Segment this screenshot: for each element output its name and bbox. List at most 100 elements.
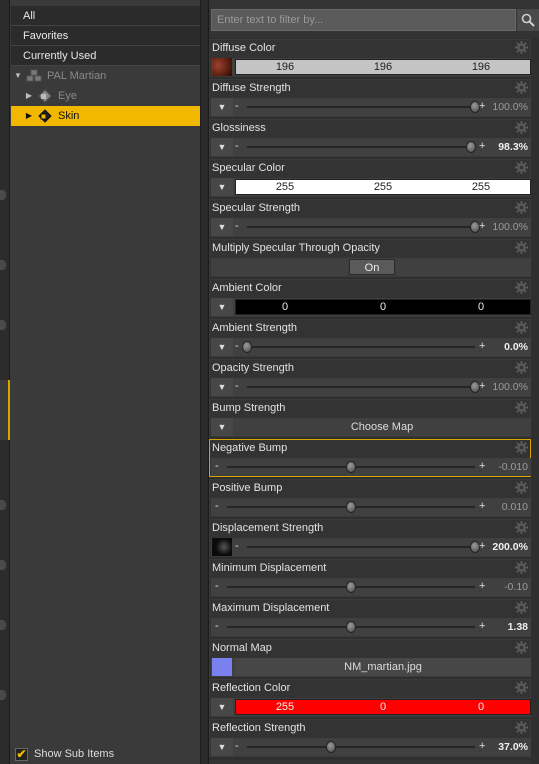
increment-icon[interactable]: + xyxy=(479,538,485,556)
slider-track[interactable] xyxy=(247,346,475,348)
decrement-icon[interactable]: - xyxy=(235,738,239,756)
increment-icon[interactable]: + xyxy=(479,138,485,156)
slider-track[interactable] xyxy=(247,106,475,108)
map-menu-arrow-icon[interactable]: ▼ xyxy=(211,218,233,236)
gear-icon[interactable] xyxy=(515,41,528,54)
decrement-icon[interactable]: - xyxy=(235,98,239,116)
tree-item-favorites[interactable]: Favorites xyxy=(11,26,200,46)
slider-knob[interactable] xyxy=(466,141,477,153)
positive-bump-slider[interactable]: - + xyxy=(215,498,487,516)
slider-value[interactable]: 0.010 xyxy=(502,498,528,516)
gear-icon[interactable] xyxy=(515,241,528,254)
texture-map-thumbnail[interactable] xyxy=(212,58,232,76)
gear-icon[interactable] xyxy=(515,641,528,654)
map-menu-arrow-icon[interactable]: ▼ xyxy=(211,738,233,756)
map-menu-arrow-icon[interactable]: ▼ xyxy=(211,338,233,356)
slider-value[interactable]: 100.0% xyxy=(492,378,528,396)
red-value[interactable]: 255 xyxy=(236,180,334,194)
decrement-icon[interactable]: - xyxy=(215,458,219,476)
reflection-color-swatch[interactable]: 255 0 0 xyxy=(235,699,531,715)
slider-value[interactable]: 1.38 xyxy=(508,618,528,636)
gear-icon[interactable] xyxy=(515,401,528,414)
gear-icon[interactable] xyxy=(515,161,528,174)
increment-icon[interactable]: + xyxy=(479,98,485,116)
green-value[interactable]: 255 xyxy=(334,180,432,194)
expanded-triangle-icon[interactable]: ▼ xyxy=(13,71,23,81)
slider-knob[interactable] xyxy=(346,461,356,473)
opacity-strength-slider[interactable]: - + xyxy=(235,378,487,396)
decrement-icon[interactable]: - xyxy=(235,378,239,396)
gear-icon[interactable] xyxy=(515,561,528,574)
maximum-displacement-slider[interactable]: - + xyxy=(215,618,487,636)
tree-node-eye[interactable]: ▶ Eye xyxy=(11,86,200,106)
gear-icon[interactable] xyxy=(515,201,528,214)
increment-icon[interactable]: + xyxy=(479,738,485,756)
slider-track[interactable] xyxy=(247,746,475,748)
collapsed-triangle-icon[interactable]: ▶ xyxy=(24,111,34,121)
gear-icon[interactable] xyxy=(515,361,528,374)
slider-track[interactable] xyxy=(247,546,475,548)
filter-input[interactable] xyxy=(211,9,516,31)
gear-icon[interactable] xyxy=(515,601,528,614)
increment-icon[interactable]: + xyxy=(479,218,485,236)
green-value[interactable]: 0 xyxy=(334,300,432,314)
map-menu-arrow-icon[interactable]: ▼ xyxy=(211,98,233,116)
normal-map-thumbnail[interactable] xyxy=(212,658,232,676)
slider-value[interactable]: 100.0% xyxy=(492,98,528,116)
red-value[interactable]: 196 xyxy=(236,60,334,74)
increment-icon[interactable]: + xyxy=(479,378,485,396)
diffuse-strength-slider[interactable]: - + xyxy=(235,98,487,116)
blue-value[interactable]: 196 xyxy=(432,60,530,74)
decrement-icon[interactable]: - xyxy=(215,618,219,636)
increment-icon[interactable]: + xyxy=(479,578,485,596)
map-menu-arrow-icon[interactable]: ▼ xyxy=(211,138,233,156)
gear-icon[interactable] xyxy=(515,281,528,294)
red-value[interactable]: 0 xyxy=(236,300,334,314)
search-button[interactable] xyxy=(517,9,539,31)
blue-value[interactable]: 0 xyxy=(432,300,530,314)
blue-value[interactable]: 0 xyxy=(432,700,530,714)
gear-icon[interactable] xyxy=(515,521,528,534)
specular-strength-slider[interactable]: - + xyxy=(235,218,487,236)
minimum-displacement-slider[interactable]: - + xyxy=(215,578,487,596)
map-menu-arrow-icon[interactable]: ▼ xyxy=(211,698,233,716)
gear-icon[interactable] xyxy=(515,441,528,454)
gear-icon[interactable] xyxy=(515,81,528,94)
slider-track[interactable] xyxy=(247,146,475,148)
slider-value[interactable]: 98.3% xyxy=(498,138,528,156)
tree-node-figure[interactable]: ▼ PAL Martian xyxy=(11,66,200,86)
slider-value[interactable]: 200.0% xyxy=(492,538,528,556)
glossiness-slider[interactable]: - + xyxy=(235,138,487,156)
increment-icon[interactable]: + xyxy=(479,618,485,636)
increment-icon[interactable]: + xyxy=(479,338,485,356)
decrement-icon[interactable]: - xyxy=(235,138,239,156)
displacement-map-thumbnail[interactable] xyxy=(212,538,232,556)
green-value[interactable]: 196 xyxy=(334,60,432,74)
tree-item-currently-used[interactable]: Currently Used xyxy=(11,46,200,66)
gear-icon[interactable] xyxy=(515,681,528,694)
gear-icon[interactable] xyxy=(515,121,528,134)
slider-value[interactable]: 37.0% xyxy=(498,738,528,756)
slider-knob[interactable] xyxy=(242,341,252,353)
specular-color-swatch[interactable]: 255 255 255 xyxy=(235,179,531,195)
diffuse-color-swatch[interactable]: 196 196 196 xyxy=(235,59,531,75)
slider-knob[interactable] xyxy=(346,501,356,513)
gear-icon[interactable] xyxy=(515,721,528,734)
gear-icon[interactable] xyxy=(515,481,528,494)
ambient-strength-slider[interactable]: - + xyxy=(235,338,487,356)
on-off-toggle[interactable]: On xyxy=(349,259,395,275)
slider-knob[interactable] xyxy=(346,581,356,593)
tree-item-all[interactable]: All xyxy=(11,6,200,26)
negative-bump-slider[interactable]: - + xyxy=(215,458,487,476)
displacement-strength-slider[interactable]: - + xyxy=(235,538,487,556)
gear-icon[interactable] xyxy=(515,321,528,334)
slider-track[interactable] xyxy=(247,386,475,388)
decrement-icon[interactable]: - xyxy=(235,538,239,556)
map-menu-arrow-icon[interactable]: ▼ xyxy=(211,298,233,316)
blue-value[interactable]: 255 xyxy=(432,180,530,194)
slider-knob[interactable] xyxy=(346,621,356,633)
slider-value[interactable]: 100.0% xyxy=(492,218,528,236)
tree-node-skin[interactable]: ▶ Skin xyxy=(11,106,200,126)
normal-map-filename[interactable]: NM_martian.jpg xyxy=(235,658,531,676)
increment-icon[interactable]: + xyxy=(479,498,485,516)
